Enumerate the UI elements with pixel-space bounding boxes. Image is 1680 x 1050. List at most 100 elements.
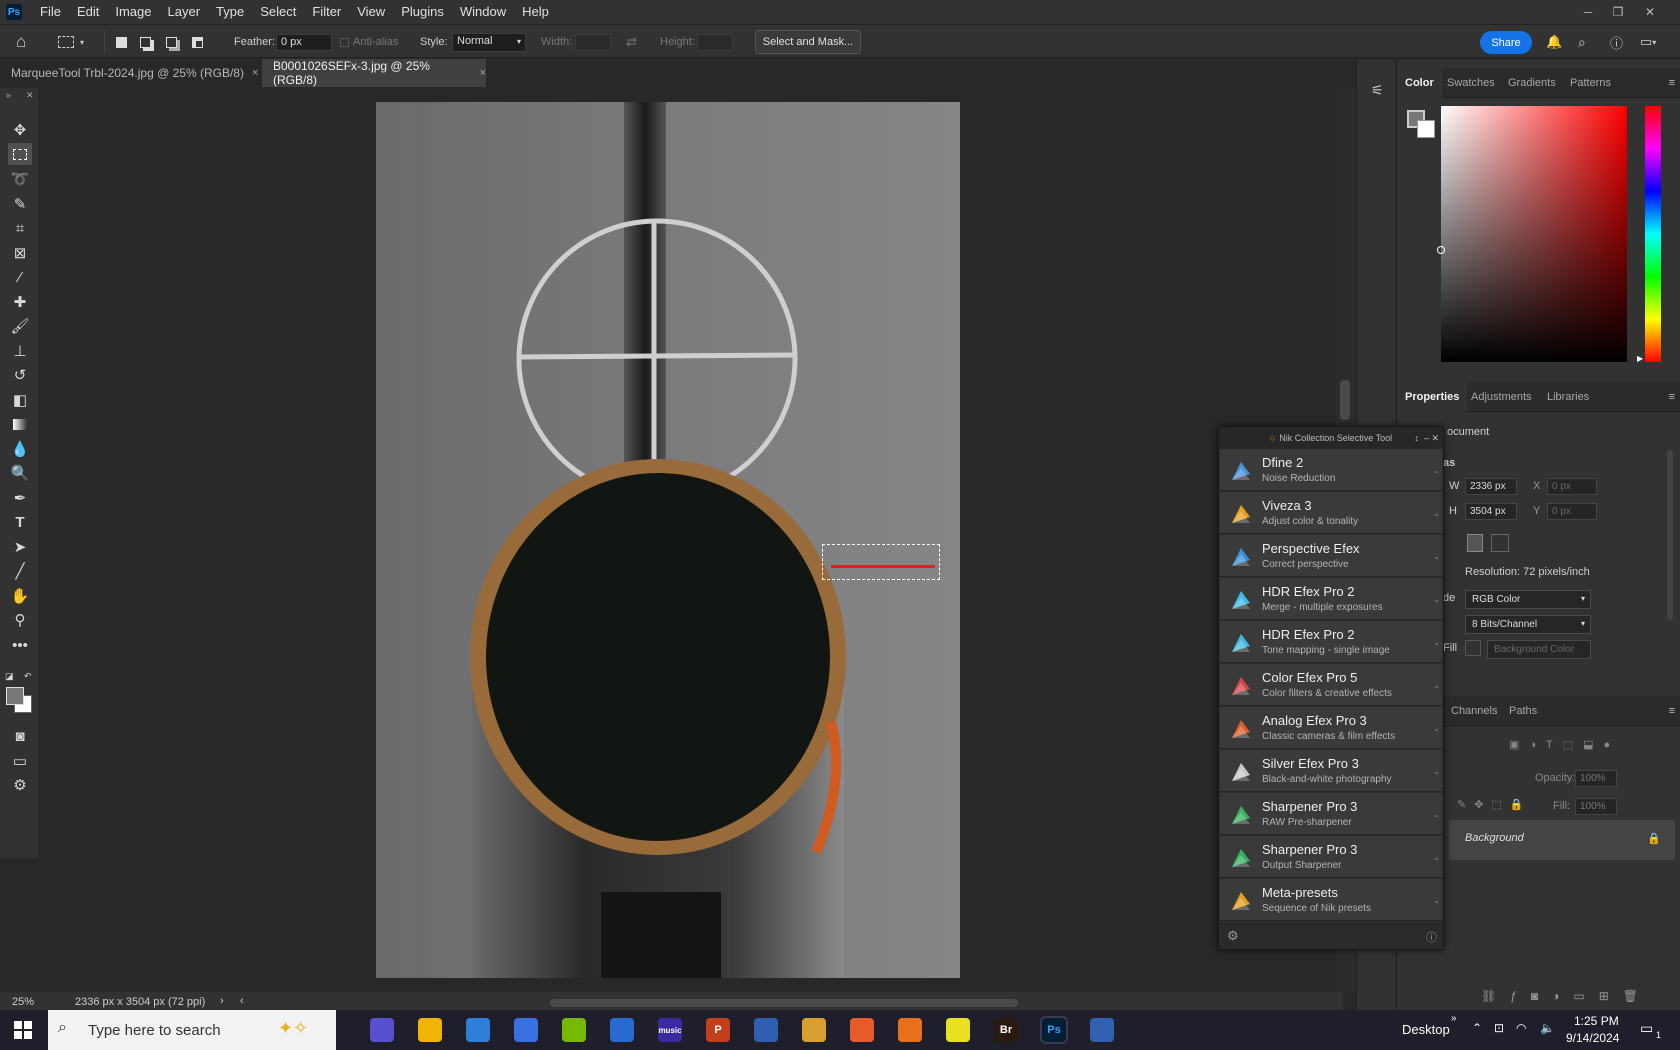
opacity-field[interactable]: 100% [1575,770,1617,787]
menu-image[interactable]: Image [107,0,159,24]
close-icon[interactable]: ✕ [1636,0,1664,24]
bit-depth-select[interactable]: 8 Bits/Channel ▾ [1465,615,1591,634]
chevron-down-icon[interactable]: ⌄ [1433,638,1440,647]
network-icon[interactable]: ⊡ [1494,1021,1504,1035]
help-icon[interactable]: ⓘ [1610,25,1623,59]
new-selection-icon[interactable] [116,25,127,59]
minimize-icon[interactable]: ─ [1574,0,1602,24]
chevron-down-icon[interactable]: ⌄ [1433,595,1440,604]
notification-icon[interactable]: ▭ [1640,1020,1653,1037]
tab-marqueetool[interactable]: MarqueeTool Trbl-2024.jpg @ 25% (RGB/8) … [0,59,262,87]
clock-date[interactable]: 9/14/2024 [1566,1031,1619,1045]
tab-swatches[interactable]: Swatches [1447,68,1495,98]
taskbar-app-icon[interactable] [466,1018,490,1042]
dodge-tool-icon[interactable]: 🔍 [8,462,32,484]
tab-libraries[interactable]: Libraries [1547,382,1589,412]
layer-filter-icons[interactable]: ▣◑T⬚⬓● [1509,738,1620,751]
desktop-chevron-icon[interactable]: » [1451,1013,1457,1024]
taskbar-app-icon[interactable] [850,1018,874,1042]
stamp-tool-icon[interactable]: ⊥ [8,340,32,362]
style-select[interactable]: Normal ▾ [452,33,526,52]
nik-item[interactable]: Silver Efex Pro 3 Black-and-white photogr… [1220,750,1442,792]
help-icon[interactable]: ⓘ [1426,929,1437,945]
expand-icon[interactable]: ↕ [1415,433,1420,443]
chevron-down-icon[interactable]: ⌄ [1433,896,1440,905]
panel-menu-icon[interactable]: ≡ [1669,77,1675,89]
taskbar-app-icon[interactable] [514,1018,538,1042]
panel-menu-icon[interactable]: ≡ [1669,705,1675,717]
taskbar-app-icon[interactable] [418,1018,442,1042]
nik-item[interactable]: HDR Efex Pro 2 Merge - multiple exposures… [1220,578,1442,620]
nik-item[interactable]: Perspective Efex Correct perspective ⌄ [1220,535,1442,577]
menu-select[interactable]: Select [252,0,304,24]
type-tool-icon[interactable]: T [8,511,32,533]
chevron-down-icon[interactable]: ⌄ [1433,509,1440,518]
screen-mode-icon[interactable]: ▭ [8,750,32,772]
quick-mask-icon[interactable]: ◙ [8,725,32,747]
nik-item[interactable]: Dfine 2 Noise Reduction ⌄ [1220,449,1442,491]
properties-scrollbar[interactable] [1667,450,1673,620]
line-tool-icon[interactable]: ╱ [8,560,32,582]
search-icon[interactable]: ⌕ [1578,25,1586,59]
taskbar-app-icon[interactable] [754,1018,778,1042]
chevron-down-icon[interactable]: ⌄ [1433,810,1440,819]
tab-patterns[interactable]: Patterns [1570,68,1611,98]
height-input[interactable] [697,34,733,51]
pen-tool-icon[interactable]: ✒ [8,487,32,509]
y-field[interactable]: 0 px [1547,503,1597,520]
taskbar-app-icon[interactable]: music [658,1018,682,1042]
bell-icon[interactable]: 🔔 [1546,25,1562,59]
add-selection-icon[interactable] [140,25,151,59]
fill-select[interactable]: Background Color [1487,640,1591,659]
marquee-preset-icon[interactable]: ▾ [58,25,84,59]
lock-icon[interactable]: 🔒 [1647,832,1661,845]
tab-adjustments[interactable]: Adjustments [1471,382,1532,412]
lock-icons[interactable]: ✎✥⬚🔒 [1457,798,1532,811]
tab-b0001026[interactable]: B0001026SEFx-3.jpg @ 25% (RGB/8) × [262,59,486,87]
tab-channels[interactable]: Channels [1451,696,1497,726]
marquee-selection[interactable] [822,544,940,580]
lasso-tool-icon[interactable]: ➰ [8,168,32,190]
nik-item[interactable]: Sharpener Pro 3 RAW Pre-sharpener ⌄ [1220,793,1442,835]
eraser-tool-icon[interactable]: ◧ [8,389,32,411]
fill-opacity-field[interactable]: 100% [1575,798,1617,815]
chevron-down-icon[interactable]: ⌄ [1433,681,1440,690]
taskbar-app-icon[interactable] [610,1018,634,1042]
landscape-icon[interactable] [1491,534,1509,552]
gradient-tool-icon[interactable] [8,413,32,435]
width-field[interactable]: 2336 px [1465,478,1517,495]
scroll-left-icon[interactable]: ‹ [240,995,244,1007]
menu-edit[interactable]: Edit [69,0,107,24]
chevron-down-icon[interactable]: ⌄ [1433,466,1440,475]
marquee-tool-icon[interactable] [8,143,32,165]
tab-properties[interactable]: Properties [1397,382,1468,412]
collapse-icon[interactable]: » [6,90,11,100]
clock-time[interactable]: 1:25 PM [1574,1014,1619,1028]
move-tool-icon[interactable]: ✥ [8,119,32,141]
tab-gradients[interactable]: Gradients [1508,68,1556,98]
nik-item[interactable]: Analog Efex Pro 3 Classic cameras & film … [1220,707,1442,749]
chevron-down-icon[interactable]: ⌄ [1433,853,1440,862]
panel-menu-icon[interactable]: ≡ [1669,391,1675,403]
menu-layer[interactable]: Layer [160,0,209,24]
close-tab-icon[interactable]: × [480,67,486,79]
layer-footer-icons[interactable]: ⛓ƒ◙◑▭⊞🗑 [1481,989,1652,1003]
wifi-icon[interactable]: ◠ [1516,1021,1526,1035]
chevron-down-icon[interactable]: ⌄ [1433,724,1440,733]
menu-file[interactable]: File [32,0,69,24]
status-menu-icon[interactable]: › [220,995,224,1007]
x-field[interactable]: 0 px [1547,478,1597,495]
layer-row[interactable]: Background 🔒 [1449,820,1675,860]
scroll-thumb[interactable] [1340,380,1350,420]
nik-item[interactable]: Color Efex Pro 5 Color filters & creative… [1220,664,1442,706]
width-input[interactable] [575,34,611,51]
menu-help[interactable]: Help [514,0,557,24]
frame-tool-icon[interactable]: ⊠ [8,242,32,264]
more-tools-icon[interactable]: ••• [8,634,32,656]
menu-type[interactable]: Type [208,0,252,24]
nik-item[interactable]: Viveza 3 Adjust color & tonality ⌄ [1220,492,1442,534]
desktop-label[interactable]: Desktop [1402,1022,1450,1037]
taskbar-app-icon[interactable]: Br [994,1018,1018,1042]
intersect-selection-icon[interactable] [192,25,203,59]
swap-icon[interactable]: ⇄ [626,25,637,59]
